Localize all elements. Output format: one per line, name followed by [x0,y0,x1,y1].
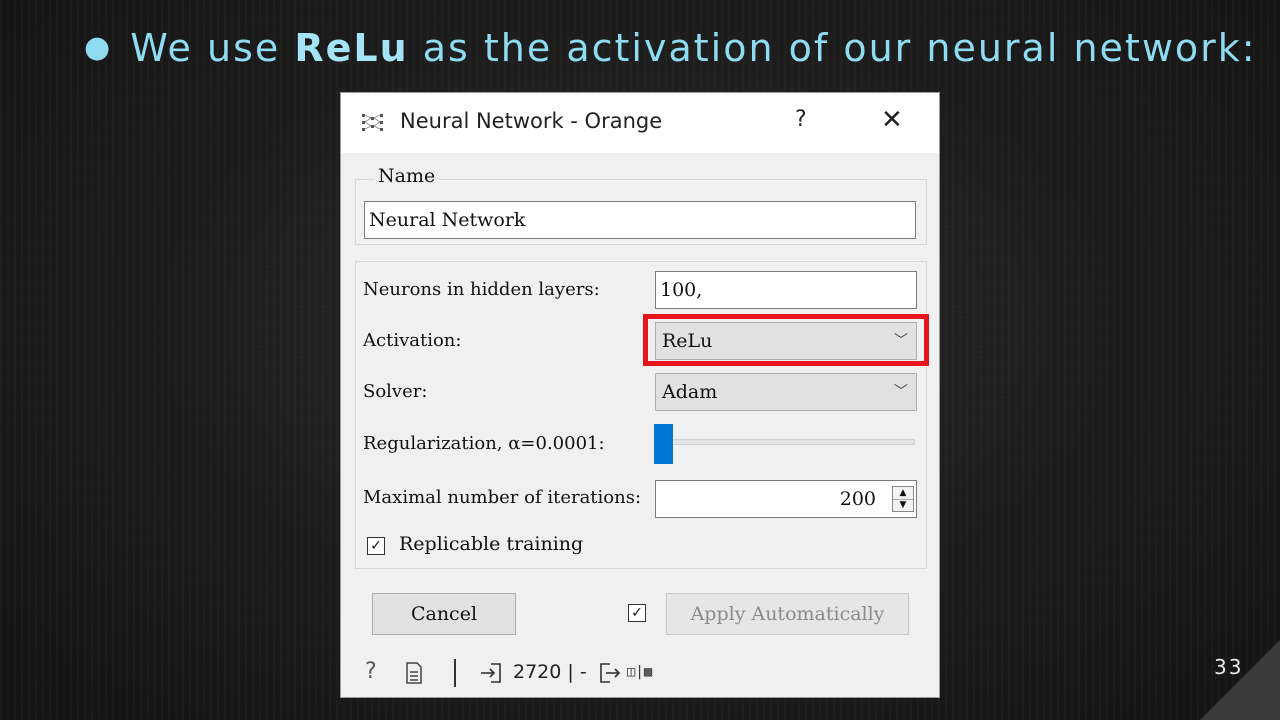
spin-buttons: ▲ ▼ [892,486,914,512]
close-button[interactable]: ✕ [881,105,903,135]
corner-fold [1200,640,1280,720]
question-icon[interactable]: ? [365,659,377,684]
solver-label: Solver: [363,381,428,402]
replicable-training-checkbox[interactable]: ✓ [367,537,385,555]
apply-automatically-checkbox[interactable]: ✓ [628,604,646,622]
max-iterations-spinbox[interactable]: 200 ▲ ▼ [655,480,917,518]
activation-label: Activation: [363,330,462,351]
regularization-slider-handle[interactable] [654,424,673,464]
regularization-label: Regularization, α=0.0001: [363,433,605,454]
apply-automatically-button[interactable]: Apply Automatically [666,593,909,635]
max-iterations-label: Maximal number of iterations: [363,487,642,508]
window-title: Neural Network - Orange [400,109,663,133]
name-input[interactable] [364,201,916,239]
max-iterations-value: 200 [839,488,876,510]
input-summary: 2720 | - [513,661,587,683]
neural-network-dialog: Neural Network - Orange ? ✕ Name Neurons… [340,92,940,698]
title-bold: ReLu [294,26,409,70]
solver-value: Adam [662,381,718,403]
status-bar: ? 2720 | - ◫|▩ [341,649,939,697]
title-suffix: as the activation of our neural network: [408,26,1257,70]
neurons-input[interactable] [655,271,917,309]
cancel-button[interactable]: Cancel [372,593,516,635]
status-separator [454,659,456,687]
output-icon [599,663,621,687]
help-button[interactable]: ? [795,107,807,132]
output-summary: ◫|▩ [627,664,653,680]
name-group-label: Name [374,165,440,187]
replicable-training-label: Replicable training [399,533,584,555]
checkmark-icon: ✓ [370,538,382,554]
document-icon[interactable] [405,662,423,688]
slide-title: ● We use ReLu as the activation of our ne… [84,26,1257,70]
regularization-slider-track[interactable] [657,439,915,445]
neurons-label: Neurons in hidden layers: [363,279,600,300]
bullet-icon: ● [84,30,113,65]
solver-select[interactable]: Adam ﹀ [655,373,917,411]
titlebar: Neural Network - Orange ? ✕ [341,93,939,153]
title-prefix: We use [130,26,295,70]
network-icon [361,112,385,138]
spin-down-icon[interactable]: ▼ [893,499,913,511]
input-icon [480,663,502,687]
chevron-down-icon: ﹀ [894,384,908,400]
activation-highlight-box [643,314,929,366]
page-number: 33 [1214,655,1244,679]
checkmark-icon: ✓ [631,605,643,621]
